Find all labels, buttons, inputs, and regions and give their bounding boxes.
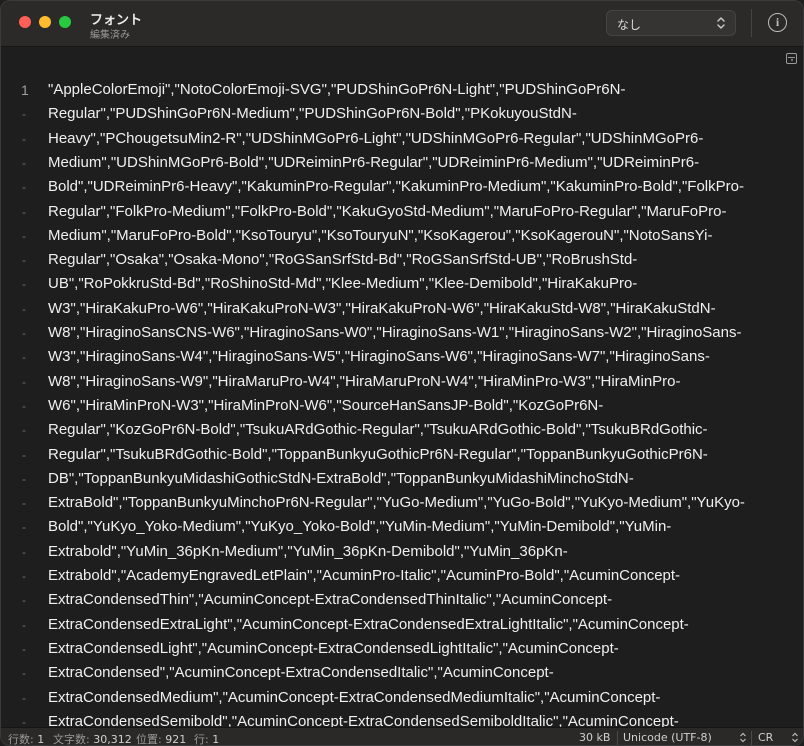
text-line[interactable]: Medium","UDShinMGoPr6-Bold","UDReiminPr6… [48, 151, 699, 175]
line-continuation-marker: - [22, 229, 26, 243]
line-continuation-marker: - [22, 302, 26, 316]
close-window-button[interactable] [19, 16, 31, 28]
status-bar: 行数: 1 文字数: 30,312 位置: 921 行: 1 30 kB Uni… [1, 727, 803, 746]
info-icon[interactable]: i [768, 13, 787, 32]
line-continuation-marker: - [22, 715, 26, 727]
line-continuation-marker: - [22, 132, 26, 146]
line-count-label: 行数: [8, 733, 34, 746]
text-line[interactable]: ExtraCondensedExtraLight","AcuminConcept… [48, 613, 689, 637]
line-continuation-marker: - [22, 253, 26, 267]
text-line[interactable]: Bold","UDReiminPr6-Heavy","KakuminPro-Re… [48, 175, 744, 199]
line-continuation-marker: - [22, 545, 26, 559]
text-line[interactable]: ExtraCondensedSemibold","AcuminConcept-E… [48, 710, 679, 727]
line-continuation-marker: - [22, 593, 26, 607]
encoding-popup[interactable]: Unicode (UTF-8) [623, 731, 712, 744]
cursor-row-label: 行: [194, 733, 209, 746]
line-continuation-marker: - [22, 448, 26, 462]
toolbar-divider [751, 9, 752, 37]
line-continuation-marker: - [22, 496, 26, 510]
line-continuation-marker: - [22, 350, 26, 364]
line-number: 1 [21, 82, 29, 98]
cursor-row-value: 1 [212, 733, 220, 746]
split-editor-icon[interactable] [786, 53, 797, 64]
text-line[interactable]: Regular","Osaka","Osaka-Mono","RoGSanSrf… [48, 248, 637, 272]
text-line[interactable]: Regular","FolkPro-Medium","FolkPro-Bold"… [48, 200, 726, 224]
cursor-row: 行: 1 [194, 731, 220, 746]
text-line[interactable]: "AppleColorEmoji","NotoColorEmoji-SVG","… [48, 78, 625, 102]
cursor-position-value: 921 [165, 733, 187, 746]
line-continuation-marker: - [22, 691, 26, 705]
encoding-chevron-icon [740, 732, 746, 743]
editor-window: フォント 編集済み なし i 1 "AppleColorEmoji","NotoC… [0, 0, 804, 746]
line-continuation-marker: - [22, 107, 26, 121]
line-continuation-marker: - [22, 618, 26, 632]
line-continuation-marker: - [22, 180, 26, 194]
text-line[interactable]: DB","ToppanBunkyuMidashiGothicStdN-Extra… [48, 467, 634, 491]
text-line[interactable]: ExtraCondensed","AcuminConcept-ExtraCond… [48, 661, 554, 685]
text-line[interactable]: ExtraCondensedMedium","AcuminConcept-Ext… [48, 686, 660, 710]
chevron-up-down-icon [717, 17, 725, 29]
line-continuation-marker: - [22, 472, 26, 486]
file-size: 30 kB [579, 731, 611, 744]
text-line[interactable]: Regular","KozGoPr6N-Bold","TsukuARdGothi… [48, 418, 708, 442]
document-edited-status: 編集済み [90, 30, 130, 41]
text-line[interactable]: Extrabold","AcademyEngravedLetPlain","Ac… [48, 564, 680, 588]
text-line[interactable]: W8","HiraginoSansCNS-W6","HiraginoSans-W… [48, 321, 742, 345]
line-count: 行数: 1 [8, 731, 45, 746]
text-editor[interactable]: 1 "AppleColorEmoji","NotoColorEmoji-SVG",… [1, 71, 803, 727]
line-continuation-marker: - [22, 666, 26, 680]
line-continuation-marker: - [22, 569, 26, 583]
style-popup-button[interactable]: なし [606, 10, 736, 36]
line-continuation-marker: - [22, 375, 26, 389]
text-line[interactable]: Regular","PUDShinGoPr6N-Medium","PUDShin… [48, 102, 577, 126]
line-ending-chevron-icon [792, 732, 798, 743]
char-count-value: 30,312 [93, 733, 132, 746]
char-count-label: 文字数: [53, 733, 90, 746]
line-continuation-marker: - [22, 520, 26, 534]
text-line[interactable]: Regular","TsukuBRdGothic-Bold","ToppanBu… [48, 443, 708, 467]
text-line[interactable]: W8","HiraginoSans-W9","HiraMaruPro-W4","… [48, 370, 681, 394]
zoom-window-button[interactable] [59, 16, 71, 28]
line-ending-popup[interactable]: CR [758, 731, 773, 744]
line-continuation-marker: - [22, 277, 26, 291]
text-line[interactable]: Heavy","PChougetsuMin2-R","UDShinMGoPr6-… [48, 127, 703, 151]
minimize-window-button[interactable] [39, 16, 51, 28]
text-line[interactable]: Medium","MaruFoPro-Bold","KsoTouryu","Ks… [48, 224, 712, 248]
text-line[interactable]: W3","HiraKakuPro-W6","HiraKakuProN-W3","… [48, 297, 716, 321]
line-continuation-marker: - [22, 156, 26, 170]
line-continuation-marker: - [22, 326, 26, 340]
text-line[interactable]: W6","HiraMinProN-W3","HiraMinProN-W6","S… [48, 394, 603, 418]
titlebar: フォント 編集済み なし i [1, 1, 803, 47]
cursor-position-label: 位置: [136, 733, 162, 746]
text-line[interactable]: UB","RoPokkruStd-Bd","RoShinoStd-Md","Kl… [48, 272, 637, 296]
text-line[interactable]: ExtraCondensedLight","AcuminConcept-Extr… [48, 637, 619, 661]
text-line[interactable]: Extrabold","YuMin_36pKn-Medium","YuMin_3… [48, 540, 568, 564]
line-continuation-marker: - [22, 423, 26, 437]
line-continuation-marker: - [22, 642, 26, 656]
status-divider [751, 731, 752, 745]
style-popup-value: なし [617, 18, 642, 32]
line-continuation-marker: - [22, 399, 26, 413]
line-count-value: 1 [37, 733, 45, 746]
char-count: 文字数: 30,312 [53, 731, 132, 746]
text-line[interactable]: W3","HiraginoSans-W4","HiraginoSans-W5",… [48, 345, 710, 369]
split-bar [1, 48, 803, 70]
text-line[interactable]: ExtraCondensedThin","AcuminConcept-Extra… [48, 588, 612, 612]
cursor-position: 位置: 921 [136, 731, 187, 746]
line-continuation-marker: - [22, 205, 26, 219]
text-line[interactable]: Bold","YuKyo_Yoko-Medium","YuKyo_Yoko-Bo… [48, 515, 671, 539]
text-line[interactable]: ExtraBold","ToppanBunkyuMinchoPr6N-Regul… [48, 491, 745, 515]
status-divider [617, 731, 618, 745]
